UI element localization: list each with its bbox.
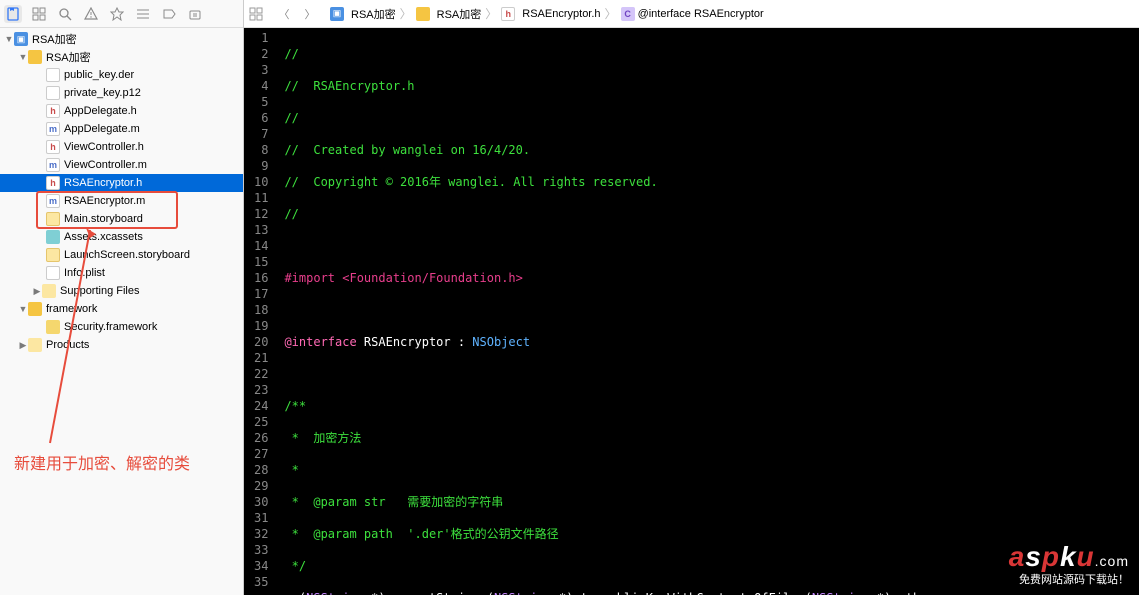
storyboard-icon [46, 248, 60, 262]
tree-group[interactable]: ▶Products [0, 336, 243, 354]
breadcrumb-symbol[interactable]: C@interface RSAEncryptor [617, 7, 768, 21]
folder-icon [28, 302, 42, 316]
header-icon: h [501, 7, 515, 21]
tree-file[interactable]: Security.framework [0, 318, 243, 336]
tree-group[interactable]: ▼RSA加密 [0, 48, 243, 66]
header-icon: h [46, 140, 60, 154]
line-gutter: 1234567891011121314151617181920212223242… [244, 28, 276, 595]
tree-label: ViewController.h [64, 141, 144, 153]
tree-file[interactable]: public_key.der [0, 66, 243, 84]
plist-icon [46, 266, 60, 280]
project-icon: ▣ [14, 32, 28, 46]
folder-icon [28, 338, 42, 352]
breadcrumb-file[interactable]: h RSAEncryptor.h [497, 7, 604, 21]
crumb-label: @interface RSAEncryptor [638, 8, 764, 20]
tree-file[interactable]: h AppDelegate.h [0, 102, 243, 120]
symbol-navigator-icon[interactable] [30, 5, 48, 23]
chevron-icon: 〉 [400, 5, 412, 22]
tree-root[interactable]: ▼▣RSA加密 [0, 30, 243, 48]
jump-bar[interactable]: 〈 〉 ▣ RSA加密 〉 RSA加密 〉 h RSAEncryptor.h 〉 C… [244, 0, 1139, 28]
navigator-toolbar [0, 0, 243, 28]
code-content[interactable]: // // RSAEncryptor.h // // Created by wa… [276, 28, 1139, 595]
tree-file[interactable]: m AppDelegate.m [0, 120, 243, 138]
breakpoint-navigator-icon[interactable] [160, 5, 178, 23]
tree-label: AppDelegate.h [64, 105, 137, 117]
project-tree[interactable]: ▼▣RSA加密 ▼RSA加密 public_key.der private_ke… [0, 28, 243, 595]
chevron-icon: 〉 [605, 5, 617, 22]
nav-buttons: 〈 〉 [268, 6, 326, 22]
tree-file[interactable]: m ViewController.m [0, 156, 243, 174]
related-items-icon[interactable] [244, 7, 268, 21]
tree-label: LaunchScreen.storyboard [64, 249, 190, 261]
file-icon [46, 86, 60, 100]
impl-icon: m [46, 158, 60, 172]
folder-icon [42, 284, 56, 298]
crumb-label: RSAEncryptor.h [522, 8, 600, 20]
tree-file-selected[interactable]: h RSAEncryptor.h [0, 174, 243, 192]
code-editor[interactable]: 1234567891011121314151617181920212223242… [244, 28, 1139, 595]
navigator: ▼▣RSA加密 ▼RSA加密 public_key.der private_ke… [0, 0, 244, 595]
crumb-label: RSA加密 [351, 6, 396, 22]
assets-icon [46, 230, 60, 244]
header-icon: h [46, 176, 60, 190]
impl-icon: m [46, 194, 60, 208]
annotation-text: 新建用于加密、解密的类 [14, 450, 190, 474]
tree-file[interactable]: h ViewController.h [0, 138, 243, 156]
framework-icon [46, 320, 60, 334]
editor-area: 〈 〉 ▣ RSA加密 〉 RSA加密 〉 h RSAEncryptor.h 〉 C… [244, 0, 1139, 595]
tree-label: RSA加密 [32, 31, 77, 47]
debug-navigator-icon[interactable] [134, 5, 152, 23]
tree-label: ViewController.m [64, 159, 147, 171]
tree-file[interactable]: m RSAEncryptor.m [0, 192, 243, 210]
impl-icon: m [46, 122, 60, 136]
tree-label: RSAEncryptor.m [64, 195, 145, 207]
file-icon [46, 68, 60, 82]
project-navigator-icon[interactable] [4, 5, 22, 23]
issue-navigator-icon[interactable] [82, 5, 100, 23]
header-icon: h [46, 104, 60, 118]
tree-label: Supporting Files [60, 285, 140, 297]
tree-label: RSAEncryptor.h [64, 177, 142, 189]
tree-label: Assets.xcassets [64, 231, 143, 243]
class-icon: C [621, 7, 635, 21]
tree-file[interactable]: private_key.p12 [0, 84, 243, 102]
tree-label: private_key.p12 [64, 87, 141, 99]
tree-file[interactable]: Assets.xcassets [0, 228, 243, 246]
tree-group[interactable]: ▶Supporting Files [0, 282, 243, 300]
folder-icon [28, 50, 42, 64]
back-button[interactable]: 〈 [272, 6, 296, 22]
storyboard-icon [46, 212, 60, 226]
breadcrumb-project[interactable]: ▣ RSA加密 [326, 6, 400, 22]
project-icon: ▣ [330, 7, 344, 21]
folder-icon [416, 7, 430, 21]
tree-label: public_key.der [64, 69, 134, 81]
tree-file[interactable]: LaunchScreen.storyboard [0, 246, 243, 264]
chevron-icon: 〉 [485, 5, 497, 22]
tree-label: Main.storyboard [64, 213, 143, 225]
tree-label: Security.framework [64, 321, 157, 333]
tree-label: RSA加密 [46, 49, 91, 65]
tree-label: Info.plist [64, 267, 105, 279]
forward-button[interactable]: 〉 [298, 6, 322, 22]
breadcrumb-folder[interactable]: RSA加密 [412, 6, 486, 22]
tree-file[interactable]: Info.plist [0, 264, 243, 282]
crumb-label: RSA加密 [437, 6, 482, 22]
tree-group[interactable]: ▼framework [0, 300, 243, 318]
tree-label: framework [46, 303, 97, 315]
tree-label: AppDelegate.m [64, 123, 140, 135]
find-navigator-icon[interactable] [56, 5, 74, 23]
tree-label: Products [46, 339, 89, 351]
tree-file[interactable]: Main.storyboard [0, 210, 243, 228]
report-navigator-icon[interactable] [186, 5, 204, 23]
test-navigator-icon[interactable] [108, 5, 126, 23]
